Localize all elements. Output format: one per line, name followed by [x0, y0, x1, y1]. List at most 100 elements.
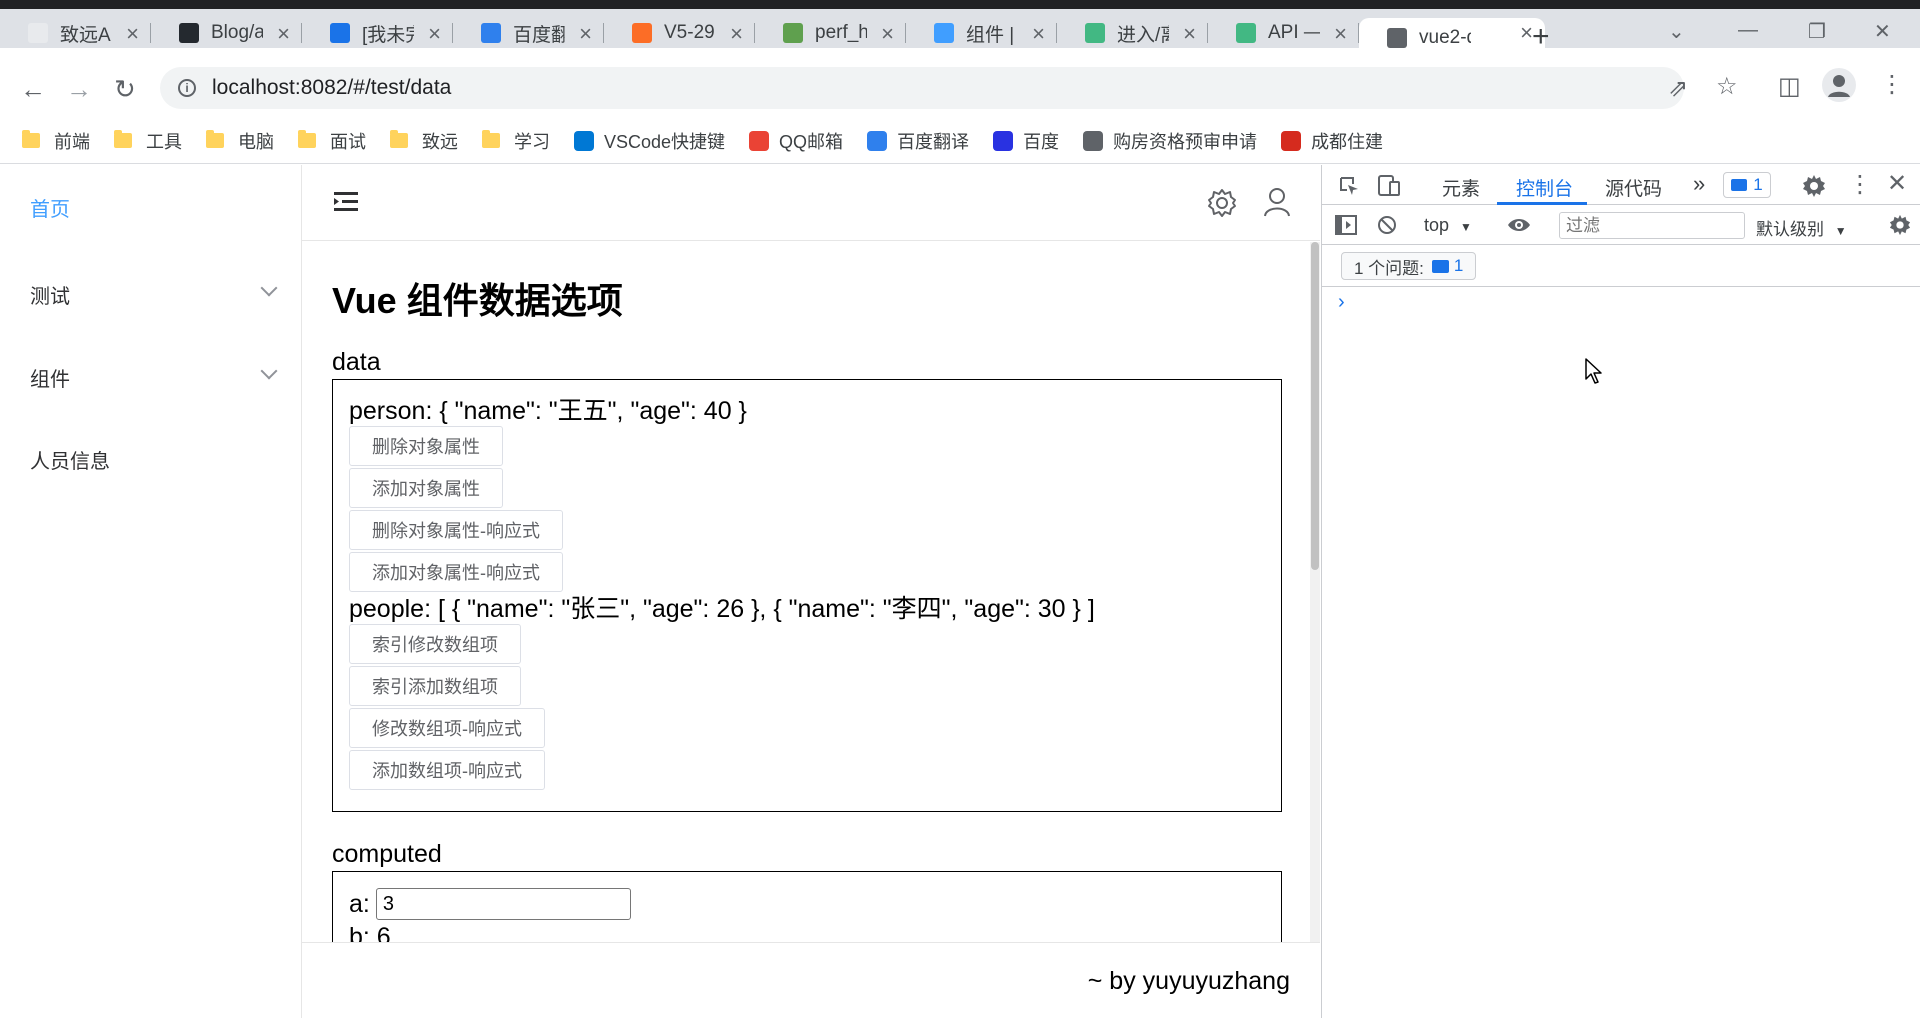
tab-close-icon[interactable]: ×: [1334, 21, 1347, 47]
sidebar-toggle-icon[interactable]: [1335, 215, 1357, 235]
tab-title: vue2-d: [1419, 26, 1471, 48]
inspect-element-icon[interactable]: [1338, 175, 1360, 197]
bookmark-folder[interactable]: 工具: [114, 128, 182, 154]
action-button[interactable]: 添加数组项-响应式: [349, 750, 545, 790]
live-expression-eye-icon[interactable]: [1507, 217, 1531, 233]
issues-badge[interactable]: 1: [1723, 172, 1771, 198]
more-tabs-chevron-icon[interactable]: »: [1693, 171, 1705, 197]
bookmark-link[interactable]: 购房资格预审申请: [1083, 128, 1257, 154]
bookmark-label: 电脑: [238, 131, 274, 152]
browser-toolbar: ← → ↻ i localhost:8082/#/test/data ⇗ ☆ ◫…: [0, 48, 1920, 128]
minimize-button[interactable]: —: [1738, 19, 1758, 42]
devtools-tab-console[interactable]: 控制台: [1516, 174, 1573, 201]
baidu-translate-icon: [867, 130, 888, 151]
site-info-icon[interactable]: i: [178, 79, 196, 97]
action-button[interactable]: 删除对象属性-响应式: [349, 510, 563, 550]
bookmark-folder[interactable]: 致远: [390, 128, 458, 154]
browser-tab[interactable]: 进入/离 ×: [1057, 19, 1208, 47]
sidebar-item-components[interactable]: 组件: [30, 362, 278, 392]
log-level-selector[interactable]: 默认级别 ▼: [1756, 215, 1847, 240]
restore-button[interactable]: ❐: [1808, 19, 1826, 44]
bookmark-folder[interactable]: 学习: [482, 128, 550, 154]
forward-button[interactable]: →: [66, 74, 92, 105]
diamond-icon: [330, 23, 350, 43]
person-value: person: { "name": "王五", "age": 40 }: [349, 397, 747, 425]
vscode-icon: [574, 130, 594, 151]
bookmark-folder[interactable]: 面试: [298, 128, 366, 154]
bookmarks-bar: 前端 工具 电脑 面试 致远 学习 VSCode快捷键 QQ邮箱 百度翻译 百度 购房资格预审申请 成…: [0, 118, 1920, 164]
tab-close-icon[interactable]: ×: [277, 21, 290, 47]
settings-gear-icon[interactable]: [1207, 188, 1237, 218]
devtools-tab-elements[interactable]: 元素: [1442, 174, 1480, 201]
devtools-settings-icon[interactable]: [1802, 174, 1826, 198]
tab-search-chevron-icon[interactable]: ⌄: [1668, 19, 1685, 44]
bookmark-link[interactable]: 百度: [993, 128, 1059, 154]
devtools-close-icon[interactable]: ✕: [1887, 169, 1907, 198]
scrollbar-thumb[interactable]: [1311, 242, 1319, 570]
user-icon[interactable]: [1263, 187, 1291, 217]
bookmark-link[interactable]: 百度翻译: [867, 128, 969, 154]
app-footer: ~ by yuyuyuzhang: [302, 942, 1320, 1018]
tab-close-icon[interactable]: ×: [881, 21, 894, 47]
computed-a-input[interactable]: [375, 888, 631, 920]
side-panel-icon[interactable]: ◫: [1778, 72, 1801, 101]
sidebar-item-people-info[interactable]: 人员信息: [30, 445, 275, 474]
console-filter-input[interactable]: [1559, 212, 1745, 239]
browser-tab[interactable]: 百度翻 ×: [453, 19, 604, 47]
browser-tab[interactable]: perf_h ×: [755, 19, 906, 47]
close-window-button[interactable]: ✕: [1874, 19, 1891, 44]
devtools-tab-sources[interactable]: 源代码: [1605, 174, 1662, 201]
share-icon[interactable]: ⇗: [1668, 74, 1688, 103]
browser-menu-icon[interactable]: ⋮: [1880, 70, 1904, 99]
tab-close-icon[interactable]: ×: [126, 21, 139, 47]
clear-console-icon[interactable]: [1377, 215, 1397, 235]
browser-tab[interactable]: Blog/a ×: [151, 19, 302, 47]
sidebar-item-test[interactable]: 测试: [30, 279, 278, 309]
reload-button[interactable]: ↻: [114, 74, 136, 105]
action-button[interactable]: 删除对象属性: [349, 426, 503, 466]
devtools-menu-icon[interactable]: ⋮: [1848, 170, 1872, 199]
vue-icon: [1085, 23, 1105, 43]
device-toolbar-icon[interactable]: [1377, 173, 1401, 197]
action-button[interactable]: 索引修改数组项: [349, 624, 521, 664]
sidebar-item-label: 测试: [30, 286, 70, 308]
tab-close-icon[interactable]: ×: [579, 21, 592, 47]
address-bar[interactable]: i localhost:8082/#/test/data: [160, 67, 1684, 109]
bookmark-label: QQ邮箱: [779, 131, 844, 152]
context-selector[interactable]: top ▼: [1424, 215, 1472, 236]
browser-tab[interactable]: 组件 | ×: [906, 19, 1057, 47]
bookmark-star-icon[interactable]: ☆: [1716, 72, 1738, 101]
menu-fold-icon[interactable]: [334, 191, 358, 213]
tab-close-icon[interactable]: ×: [428, 21, 441, 47]
bookmark-link[interactable]: QQ邮箱: [749, 128, 843, 154]
tab-title: Blog/a: [211, 22, 263, 43]
main-scrollbar[interactable]: [1310, 242, 1320, 942]
action-button[interactable]: 修改数组项-响应式: [349, 708, 545, 748]
browser-tab[interactable]: [我未完 ×: [302, 19, 453, 47]
bookmark-folder[interactable]: 电脑: [206, 128, 274, 154]
console-prompt[interactable]: ›: [1338, 291, 1345, 314]
bookmark-label: 百度: [1023, 131, 1060, 152]
browser-tab[interactable]: 致远AI ×: [0, 19, 151, 47]
tab-title: perf_h: [815, 22, 867, 43]
sidebar-item-home[interactable]: 首页: [30, 193, 275, 222]
bookmark-folder[interactable]: 前端: [22, 128, 90, 154]
profile-avatar[interactable]: [1822, 68, 1856, 102]
action-button[interactable]: 添加对象属性: [349, 468, 503, 508]
issues-pill[interactable]: 1 个问题: 1: [1341, 252, 1477, 280]
main-content: Vue 组件数据选项 data person: { "name": "王五", …: [302, 242, 1312, 942]
action-button[interactable]: 添加对象属性-响应式: [349, 552, 563, 592]
browser-tab[interactable]: API — ×: [1208, 19, 1359, 47]
action-button[interactable]: 索引添加数组项: [349, 666, 521, 706]
back-button[interactable]: ←: [20, 74, 46, 105]
chevron-down-icon: [260, 362, 278, 380]
bookmark-link[interactable]: VSCode快捷键: [574, 128, 725, 154]
tab-close-icon[interactable]: ×: [730, 21, 743, 47]
github-icon: [179, 23, 199, 43]
tab-close-icon[interactable]: ×: [1032, 21, 1045, 47]
bookmark-link[interactable]: 成都住建: [1281, 128, 1383, 154]
bookmark-label: 百度翻译: [897, 131, 970, 152]
browser-tab[interactable]: V5-29 ×: [604, 19, 755, 47]
console-settings-icon[interactable]: [1889, 214, 1911, 236]
tab-close-icon[interactable]: ×: [1183, 21, 1196, 47]
